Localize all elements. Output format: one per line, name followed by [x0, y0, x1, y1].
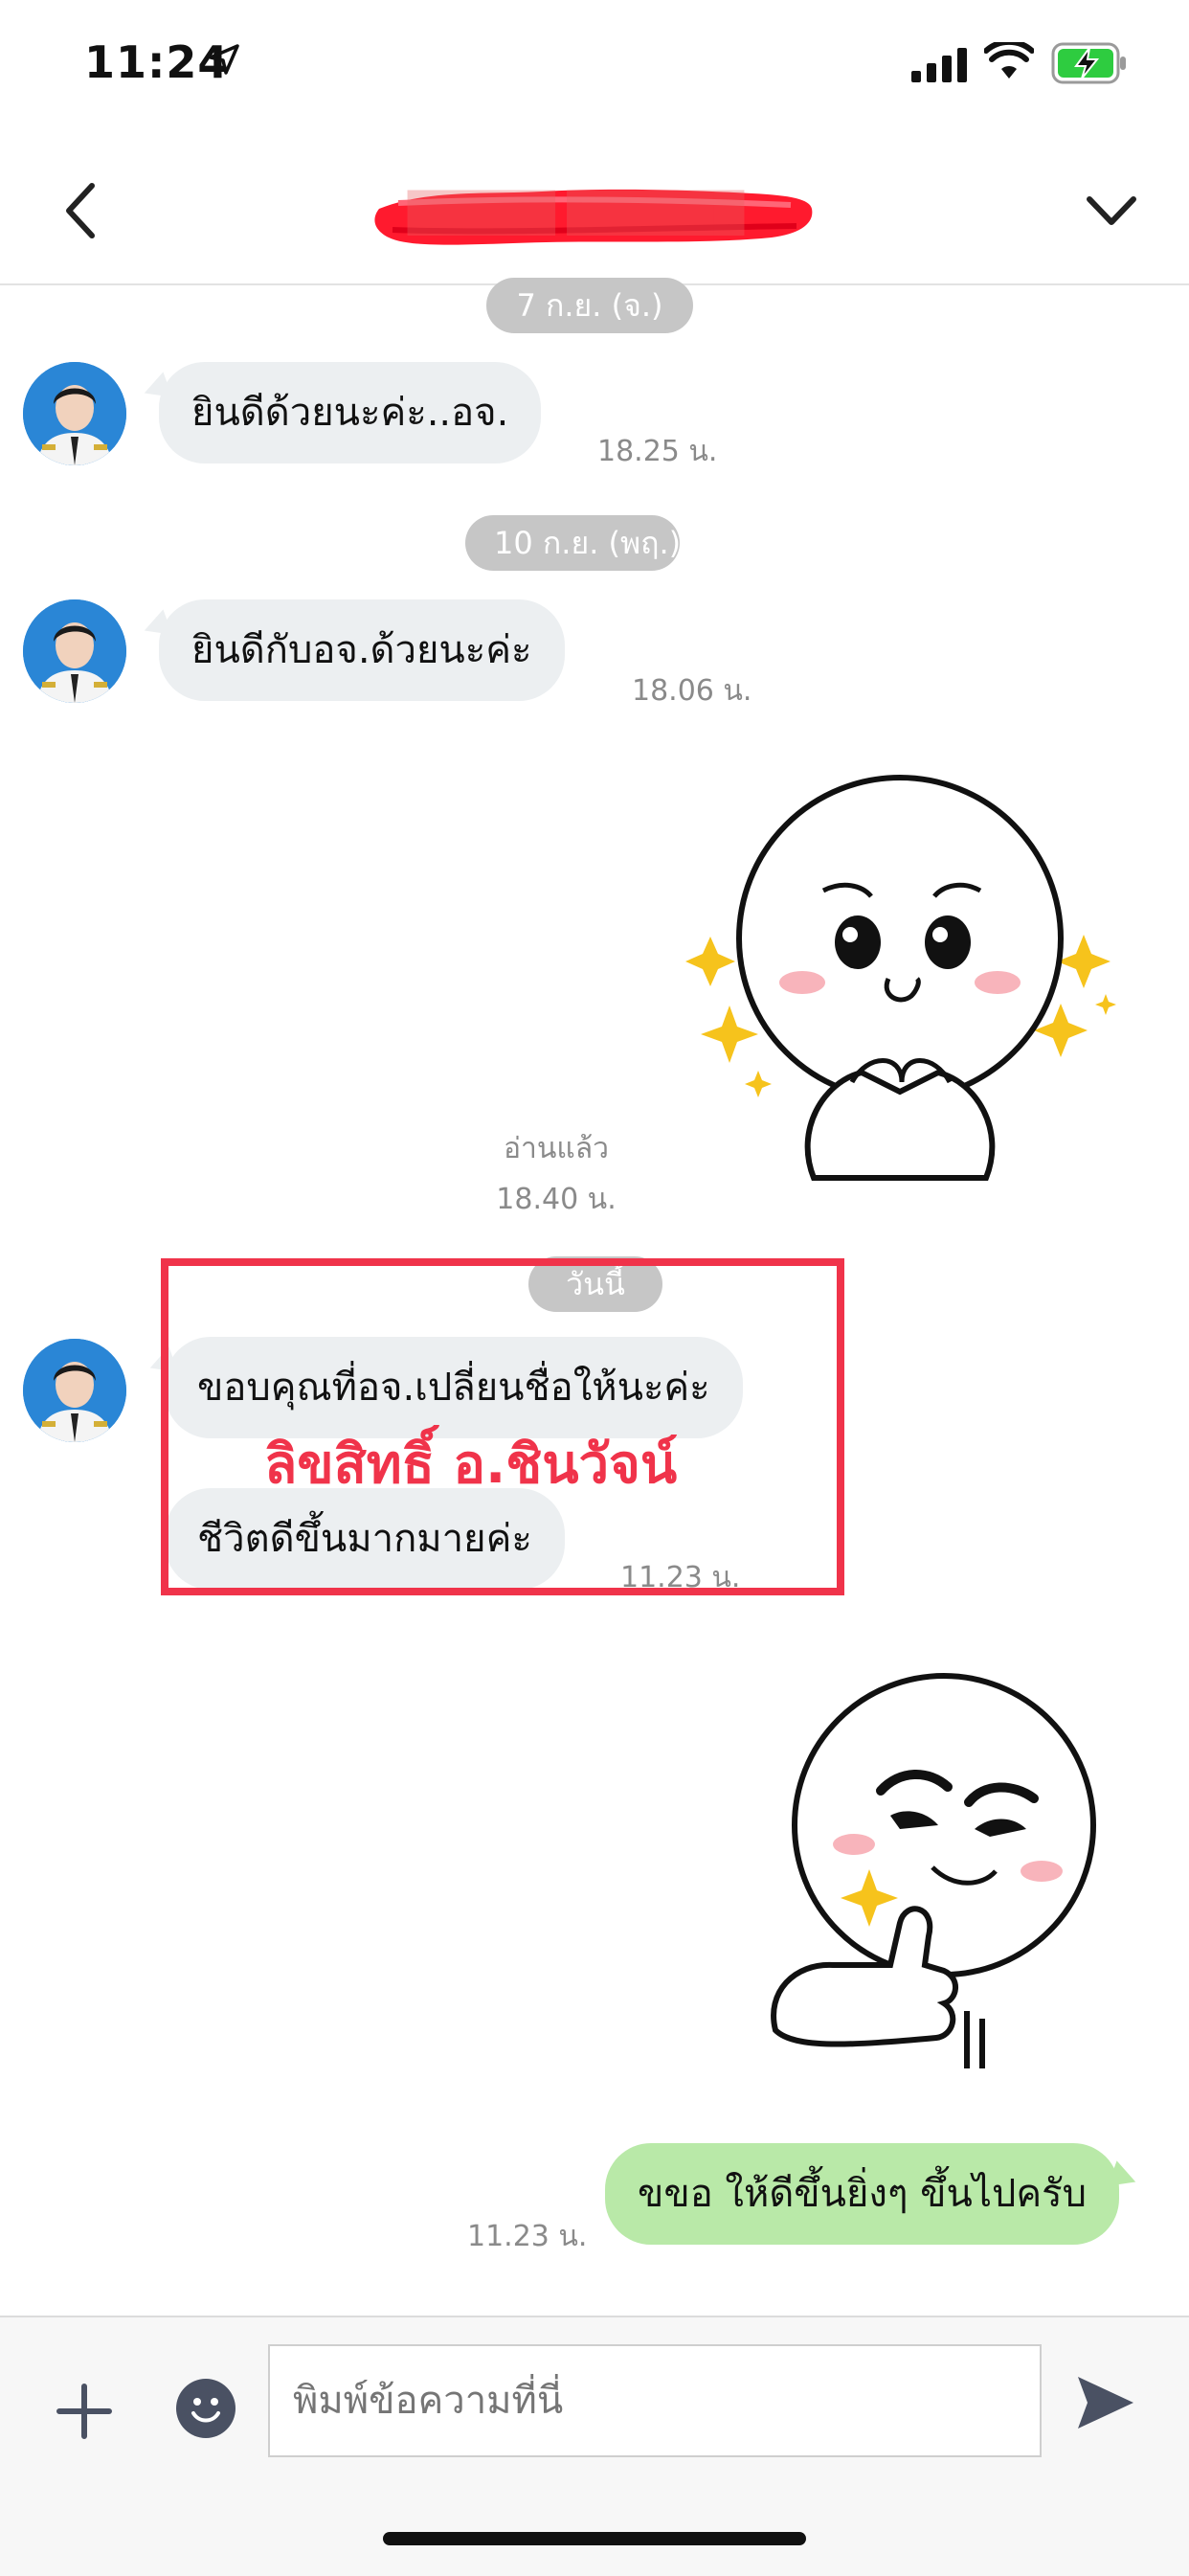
emoji-icon[interactable] [176, 2379, 236, 2438]
send-icon[interactable] [1072, 2369, 1139, 2436]
message-input[interactable] [268, 2344, 1042, 2457]
chat-header: █████ ██████ [0, 144, 1189, 285]
message-time: 11.23 น. [467, 2220, 588, 2253]
chevron-down-icon[interactable] [1080, 172, 1143, 249]
home-indicator [383, 2532, 806, 2545]
signal-icon [911, 48, 967, 82]
message-text: ขขอ ให้ดีขึ้นยิ่งๆ ขึ้นไปครับ [638, 2172, 1087, 2216]
message-bubble[interactable]: ยินดีด้วยนะค่ะ..อจ. [159, 362, 542, 463]
avatar-image [23, 599, 126, 703]
message-bubble[interactable]: ยินดีกับอจ.ด้วยนะค่ะ [159, 599, 565, 701]
emoji-face [191, 2398, 220, 2423]
avatar[interactable] [23, 599, 126, 703]
date-pill: 7 ก.ย. (จ.) [486, 278, 693, 333]
sticker-moon-thumbs-up[interactable] [756, 1666, 1120, 2068]
location-arrow-icon [209, 44, 239, 75]
battery-charging-icon [1051, 42, 1126, 84]
message-time: 18.25 น. [597, 435, 718, 468]
avatar-image [23, 362, 126, 465]
sent-message-bubble[interactable]: ขขอ ให้ดีขึ้นยิ่งๆ ขึ้นไปครับ [605, 2143, 1119, 2245]
message-time: 18.06 น. [632, 674, 752, 708]
back-button[interactable] [54, 172, 111, 249]
chat-title: █████ ██████ [370, 170, 819, 259]
read-receipt: อ่านแล้ว 18.40 น. [475, 1126, 638, 1222]
avatar-image [23, 1339, 126, 1442]
avatar[interactable] [23, 362, 126, 465]
watermark-text: ลิขสิทธิ์ อ.ชินวัจน์ [264, 1434, 678, 1496]
message-text: ยินดีกับอจ.ด้วยนะค่ะ [191, 628, 532, 672]
message-text: ยินดีด้วยนะค่ะ..อจ. [191, 391, 509, 435]
chat-title-text: █████ ██████ [408, 192, 745, 236]
sticker-moon-pleading[interactable] [670, 766, 1130, 1187]
read-label: อ่านแล้ว [504, 1132, 609, 1165]
wifi-icon [984, 42, 1034, 79]
status-time: 11:24 [84, 36, 230, 88]
message-time: 18.40 น. [496, 1183, 617, 1216]
plus-icon[interactable] [54, 2381, 115, 2442]
date-pill: 10 ก.ย. (พฤ.) [465, 515, 681, 571]
avatar[interactable] [23, 1339, 126, 1442]
